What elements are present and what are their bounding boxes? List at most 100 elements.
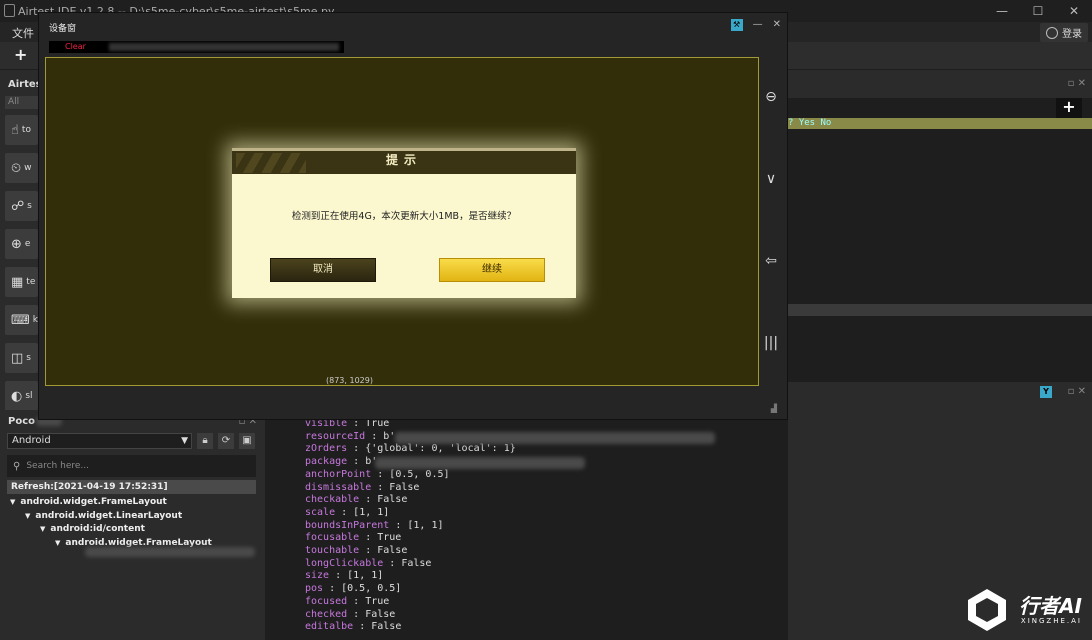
log-panel-controls-icon[interactable]: ▫ ✕ bbox=[1068, 386, 1086, 397]
property-value: [0.5, 0.5] bbox=[389, 468, 450, 480]
close-button[interactable]: ✕ bbox=[1056, 0, 1092, 22]
continue-button[interactable]: 继续 bbox=[439, 258, 545, 282]
exists-icon: ⊕ bbox=[11, 236, 22, 252]
api-button-label: sl bbox=[25, 391, 33, 401]
device-status-bar: Clear bbox=[49, 41, 344, 53]
tree-node-label: android.widget.LinearLayout bbox=[35, 510, 183, 521]
property-value: [1, 1] bbox=[347, 570, 384, 582]
property-separator: : bbox=[353, 621, 372, 633]
tools-icon[interactable]: ⚒ bbox=[730, 19, 743, 31]
clear-button[interactable]: Clear bbox=[65, 41, 86, 53]
api-button-touch[interactable]: ☝ to bbox=[5, 115, 38, 145]
editor-scrollbar[interactable] bbox=[788, 304, 1092, 316]
property-key: focused bbox=[305, 595, 348, 607]
property-key: zOrders bbox=[305, 443, 348, 455]
chevron-down-icon[interactable]: ∨ bbox=[761, 169, 781, 189]
expand-arrow-icon[interactable]: ▼ bbox=[10, 498, 15, 506]
property-value: b' bbox=[383, 430, 396, 442]
rotate-icon[interactable]: ⊖ bbox=[761, 87, 781, 107]
api-filter-select[interactable]: All bbox=[5, 96, 38, 109]
property-separator: : bbox=[389, 519, 408, 531]
record-icon[interactable]: ▣ bbox=[239, 433, 255, 449]
snapshot-icon: ◫ bbox=[11, 350, 24, 366]
api-button-sleep[interactable]: ◐ sl bbox=[5, 381, 38, 411]
property-separator: : bbox=[329, 570, 348, 582]
property-separator: : bbox=[383, 557, 402, 569]
expand-arrow-icon[interactable]: ▼ bbox=[55, 539, 60, 547]
api-button-text[interactable]: ▦ te bbox=[5, 267, 38, 297]
log-panel-header: Y ▫ ✕ bbox=[788, 383, 1092, 401]
property-row: scale : [1, 1] bbox=[305, 507, 389, 520]
api-button-keyevent[interactable]: ⌨ k bbox=[5, 305, 38, 335]
window-controls: — ☐ ✕ bbox=[984, 0, 1092, 22]
property-key: resourceId bbox=[305, 430, 366, 442]
api-button-snapshot[interactable]: ◫ s bbox=[5, 343, 38, 373]
property-key: focusable bbox=[305, 532, 360, 544]
property-key: longClickable bbox=[305, 557, 384, 569]
property-row: checked : False bbox=[305, 609, 395, 622]
property-row: pos : [0.5, 0.5] bbox=[305, 583, 401, 596]
new-file-button[interactable]: + bbox=[14, 45, 27, 64]
poco-panel-title: Poco bbox=[8, 416, 35, 427]
api-button-swipe[interactable]: ☍ s bbox=[5, 191, 38, 221]
property-separator: : bbox=[359, 545, 378, 556]
back-icon[interactable]: ⇦ bbox=[761, 251, 781, 271]
expand-arrow-icon[interactable]: ▼ bbox=[25, 512, 30, 520]
blurred-region bbox=[109, 43, 339, 51]
element-inspector: visible : True resourceId : b' zOrders : {… bbox=[265, 402, 788, 640]
add-tab-button[interactable]: + bbox=[1056, 98, 1082, 118]
minimize-button[interactable]: — bbox=[984, 0, 1020, 22]
property-row: anchorPoint : [0.5, 0.5] bbox=[305, 469, 450, 482]
minimize-icon[interactable]: — bbox=[753, 19, 763, 31]
api-button-exists[interactable]: ⊕ e bbox=[5, 229, 38, 259]
property-row: touchable : False bbox=[305, 545, 407, 558]
wait-icon: ⏲ bbox=[11, 160, 22, 176]
property-separator: : bbox=[323, 583, 342, 595]
api-button-label: s bbox=[26, 353, 31, 363]
keyevent-icon: ⌨ bbox=[11, 312, 30, 328]
device-window-controls: ⚒ — ✕ bbox=[730, 19, 781, 31]
panel-controls-icon[interactable]: ▫ ✕ bbox=[1068, 78, 1086, 89]
cancel-button[interactable]: 取消 bbox=[270, 258, 376, 282]
tree-node[interactable]: ▼ android.widget.FrameLayout bbox=[10, 496, 167, 509]
property-value: [1, 1] bbox=[353, 506, 390, 518]
text-icon: ▦ bbox=[11, 274, 24, 290]
device-screen[interactable]: 提示 检测到正在使用4G，本次更新大小1MB，是否继续？ 取消 继续 (873,… bbox=[45, 57, 759, 386]
search-icon: ⚲ bbox=[13, 460, 21, 472]
tree-node[interactable]: ▼ android:id/content bbox=[40, 523, 145, 536]
property-separator: : bbox=[347, 595, 366, 607]
tree-node[interactable]: ▼ android.widget.LinearLayout bbox=[25, 510, 182, 523]
close-icon[interactable]: ✕ bbox=[773, 19, 781, 31]
property-separator: : bbox=[359, 532, 378, 544]
property-row: editalbe : False bbox=[305, 621, 401, 634]
poco-search-input[interactable] bbox=[26, 461, 227, 471]
blurred-region bbox=[375, 457, 585, 469]
api-button-label: w bbox=[24, 163, 32, 173]
log-filter-icon[interactable]: Y bbox=[1040, 386, 1052, 398]
editor-highlight-line: ? Yes No bbox=[788, 118, 1092, 129]
maximize-button[interactable]: ☐ bbox=[1020, 0, 1056, 22]
device-window-title: 设备窗 bbox=[49, 24, 77, 34]
api-button-wait[interactable]: ⏲ w bbox=[5, 153, 38, 183]
property-value: False bbox=[389, 481, 420, 493]
property-separator: : bbox=[347, 456, 366, 468]
refresh-icon[interactable]: ⟳ bbox=[218, 433, 234, 449]
menu-icon[interactable]: ||| bbox=[761, 333, 781, 353]
menu-file[interactable]: 文件 bbox=[12, 25, 34, 41]
property-key: size bbox=[305, 570, 330, 582]
resize-grip-icon[interactable]: ▟ bbox=[771, 404, 777, 413]
app-icon bbox=[4, 4, 15, 17]
property-key: editalbe bbox=[305, 621, 354, 633]
expand-arrow-icon[interactable]: ▼ bbox=[40, 525, 45, 533]
property-key: dismissable bbox=[305, 481, 372, 493]
watermark: 行者AI XINGZHE.AI bbox=[963, 586, 1082, 634]
property-key: checkable bbox=[305, 494, 360, 506]
property-row: checkable : False bbox=[305, 494, 407, 507]
property-key: package bbox=[305, 456, 348, 468]
property-separator: : bbox=[365, 430, 384, 442]
lock-icon[interactable]: 🔒︎ bbox=[197, 433, 213, 449]
platform-select[interactable]: Android ▼ bbox=[7, 433, 192, 449]
property-key: anchorPoint bbox=[305, 468, 372, 480]
login-button[interactable]: 登录 bbox=[1040, 23, 1088, 42]
refresh-timestamp: Refresh:[2021-04-19 17:52:31] bbox=[7, 480, 256, 494]
